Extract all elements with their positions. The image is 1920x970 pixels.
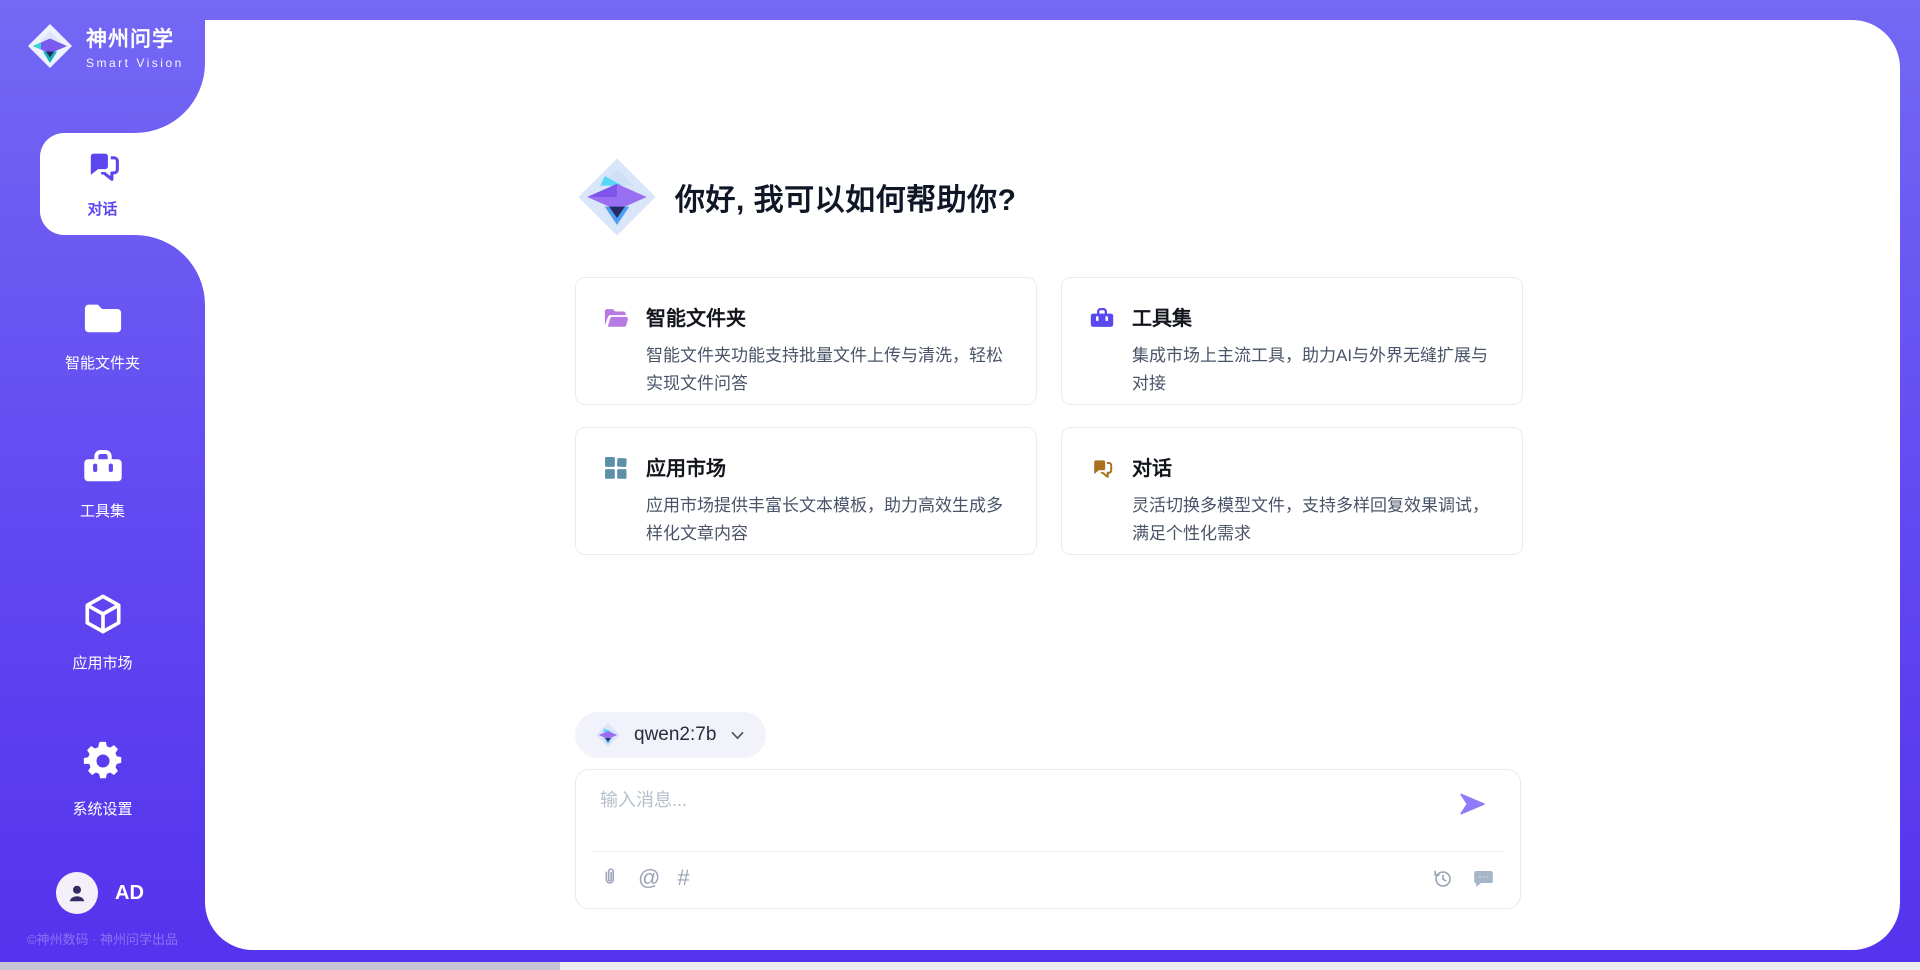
card-description: 智能文件夹功能支持批量文件上传与清洗，轻松实现文件问答 <box>646 342 1010 397</box>
card-app-market[interactable]: 应用市场 应用市场提供丰富长文本模板，助力高效生成多样化文章内容 <box>575 427 1037 555</box>
sidebar-item-smart-folder[interactable]: 智能文件夹 <box>0 298 205 373</box>
cube-icon <box>80 590 126 638</box>
card-title: 对话 <box>1132 452 1496 481</box>
greeting-header: 你好, 我可以如何帮助你? <box>575 155 1017 239</box>
sidebar-item-chat[interactable]: 对话 <box>0 144 205 219</box>
brand-name: 神州问学 <box>86 23 184 53</box>
folder-open-icon <box>602 304 630 332</box>
send-icon <box>1459 790 1486 817</box>
conversation-button[interactable] <box>1471 866 1496 890</box>
folder-icon <box>80 298 126 338</box>
chevron-down-icon <box>729 727 746 744</box>
brand-subtitle: Smart Vision <box>86 56 184 70</box>
user-profile[interactable]: AD <box>56 872 144 914</box>
grid-icon <box>602 454 630 482</box>
sidebar-item-chat-label: 对话 <box>0 198 205 219</box>
card-description: 灵活切换多模型文件，支持多样回复效果调试，满足个性化需求 <box>1132 492 1496 547</box>
horizontal-scrollbar[interactable] <box>0 962 1920 970</box>
card-description: 应用市场提供丰富长文本模板，助力高效生成多样化文章内容 <box>646 492 1010 547</box>
send-button[interactable] <box>1459 790 1486 817</box>
card-toolset[interactable]: 工具集 集成市场上主流工具，助力AI与外界无缝扩展与对接 <box>1061 277 1523 405</box>
history-icon <box>1431 867 1454 890</box>
message-input[interactable] <box>600 786 1440 844</box>
feature-cards: 智能文件夹 智能文件夹功能支持批量文件上传与清洗，轻松实现文件问答 工具集 集成… <box>575 277 1523 555</box>
at-icon: @ <box>638 865 660 890</box>
sidebar-item-toolset[interactable]: 工具集 <box>0 444 205 521</box>
card-description: 集成市场上主流工具，助力AI与外界无缝扩展与对接 <box>1132 342 1496 397</box>
sidebar-item-app-market-label: 应用市场 <box>0 652 205 673</box>
card-title: 工具集 <box>1132 302 1496 331</box>
topic-button[interactable]: # <box>677 866 689 890</box>
sidebar-item-app-market[interactable]: 应用市场 <box>0 590 205 673</box>
sidebar-item-settings-label: 系统设置 <box>0 798 205 819</box>
card-title: 智能文件夹 <box>646 302 1010 331</box>
model-diamond-icon <box>595 722 621 748</box>
sidebar-item-settings[interactable]: 系统设置 <box>0 738 205 819</box>
user-name: AD <box>115 882 144 905</box>
model-selector[interactable]: qwen2:7b <box>575 712 766 758</box>
chat-icon <box>1088 454 1116 480</box>
card-chat[interactable]: 对话 灵活切换多模型文件，支持多样回复效果调试，满足个性化需求 <box>1061 427 1523 555</box>
brand-logo: 神州问学 Smart Vision <box>26 22 184 70</box>
chat-icon <box>81 144 125 184</box>
sidebar-item-smart-folder-label: 智能文件夹 <box>0 352 205 373</box>
toolbox-icon <box>80 444 126 486</box>
message-composer: @ # <box>575 769 1521 909</box>
sidebar-item-toolset-label: 工具集 <box>0 500 205 521</box>
briefcase-icon <box>1088 304 1116 332</box>
attach-file-button[interactable] <box>598 866 621 890</box>
card-title: 应用市场 <box>646 452 1010 481</box>
composer-divider <box>592 851 1504 852</box>
mention-button[interactable]: @ <box>638 866 660 890</box>
greeting-title: 你好, 我可以如何帮助你? <box>675 175 1017 219</box>
app-window: 神州问学 Smart Vision 对话 智能文件夹 工具集 <box>0 0 1920 970</box>
chat-bubble-icon <box>1471 866 1496 890</box>
paperclip-icon <box>598 866 621 890</box>
model-name: qwen2:7b <box>634 724 716 746</box>
assistant-diamond-icon <box>575 155 659 239</box>
brand-diamond-icon <box>26 22 74 70</box>
hash-icon: # <box>677 865 689 890</box>
card-smart-folder[interactable]: 智能文件夹 智能文件夹功能支持批量文件上传与清洗，轻松实现文件问答 <box>575 277 1037 405</box>
history-button[interactable] <box>1431 867 1454 890</box>
person-icon <box>64 880 90 906</box>
sidebar-footer-credit: ©神州数码 · 神州问学出品 <box>0 929 205 948</box>
gear-icon <box>80 738 126 784</box>
avatar <box>56 872 98 914</box>
scrollbar-thumb[interactable] <box>0 962 560 970</box>
